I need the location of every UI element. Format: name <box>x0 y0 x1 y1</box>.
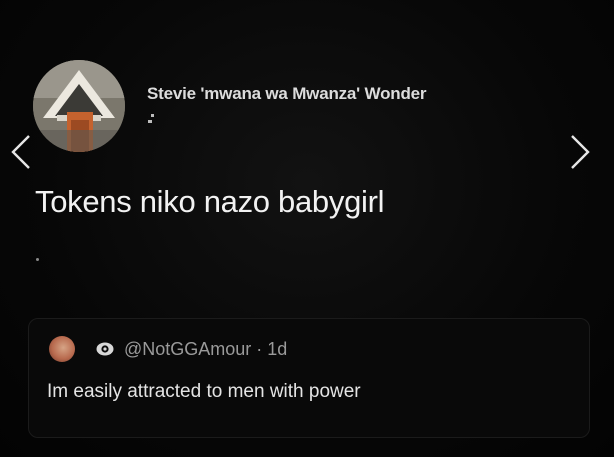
quoted-author-avatar[interactable] <box>49 336 75 362</box>
author-avatar[interactable] <box>33 60 125 152</box>
quoted-tweet-text: Im easily attracted to men with power <box>47 381 361 402</box>
quoted-handle-timestamp[interactable]: @NotGGAmour · 1d <box>124 339 287 360</box>
eye-icon <box>96 342 114 356</box>
tweet-text: Tokens niko nazo babygirl <box>35 184 385 219</box>
tweet-screenshot: Stevie 'mwana wa Mwanza' Wonder Tokens n… <box>0 0 614 457</box>
chevron-left-icon[interactable] <box>5 132 35 172</box>
quoted-tweet-card[interactable] <box>28 318 590 438</box>
separator-dot <box>36 258 39 261</box>
chevron-right-icon[interactable] <box>566 132 596 172</box>
author-handle-fragment <box>148 114 162 124</box>
author-name[interactable]: Stevie 'mwana wa Mwanza' Wonder <box>147 84 427 104</box>
